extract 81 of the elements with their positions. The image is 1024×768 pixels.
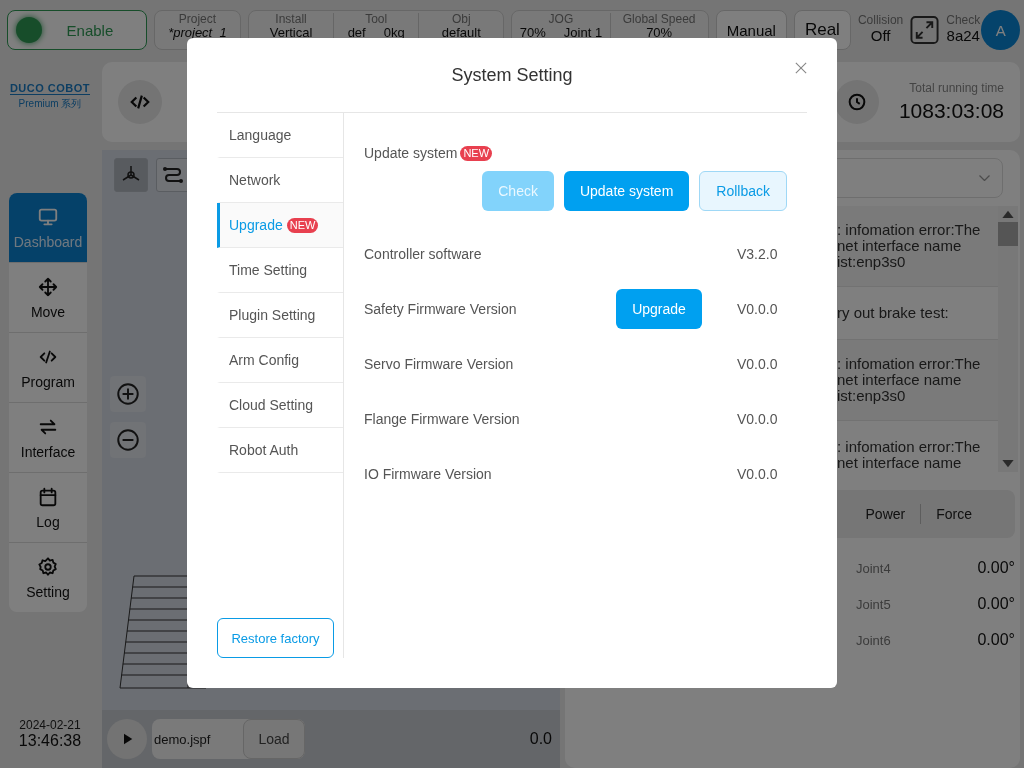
setting-label: Install xyxy=(275,13,307,26)
enable-button[interactable]: Enable xyxy=(7,10,147,50)
setting-label: Obj xyxy=(451,13,471,26)
chevron-down-icon xyxy=(979,175,990,181)
running-time-value: 1083:03:08 xyxy=(898,99,1004,123)
nav-item[interactable]: Log xyxy=(9,472,87,542)
calendar-icon xyxy=(37,485,59,508)
menu-item[interactable]: Time Setting xyxy=(217,248,343,293)
collision-label: Collision xyxy=(857,14,904,27)
setting-label: Tool xyxy=(365,13,388,26)
menu-item[interactable]: Arm Config xyxy=(217,338,343,383)
joint-value: 0.00° xyxy=(977,631,1015,649)
path-view-button[interactable] xyxy=(156,158,190,192)
scrollbar[interactable] xyxy=(998,206,1018,472)
joint-name: Joint5 xyxy=(856,596,891,612)
version-value: V0.0.0 xyxy=(737,300,777,317)
joint-value: 0.00° xyxy=(977,595,1015,613)
setting-value: 70% xyxy=(646,26,673,40)
setting-label: Global Speed xyxy=(622,13,696,26)
dialog-title: System Setting xyxy=(451,64,573,86)
brand-logo: DUCO COBOT xyxy=(9,82,91,95)
fullscreen-icon[interactable] xyxy=(910,15,940,45)
section-label: Update system xyxy=(364,145,458,161)
play-button[interactable] xyxy=(107,719,147,759)
version-label: IO Firmware Version xyxy=(364,465,493,482)
running-time-label: Total running time xyxy=(909,81,1004,95)
setting-value: Vertical xyxy=(269,26,313,40)
minus-circle-icon xyxy=(115,427,141,453)
menu-item[interactable]: Language xyxy=(217,113,343,158)
version-label: Safety Firmware Version xyxy=(364,300,518,317)
version-value: V0.0.0 xyxy=(737,355,777,372)
tab[interactable]: Power xyxy=(850,506,921,522)
zoom-out-button[interactable] xyxy=(110,422,146,458)
menu-item[interactable]: Robot Auth xyxy=(217,428,343,473)
time-text: 13:46:38 xyxy=(18,732,82,750)
settings-icon xyxy=(37,555,59,578)
nav-item[interactable]: Interface xyxy=(9,402,87,472)
upgrade-button[interactable]: Upgrade xyxy=(616,288,702,329)
close-icon[interactable] xyxy=(795,62,807,74)
date-text: 2024-02-21 xyxy=(19,718,81,732)
new-badge: NEW xyxy=(286,217,319,233)
check-label: Check xyxy=(946,14,981,27)
joint-value: 0.00° xyxy=(977,559,1015,577)
new-badge: NEW xyxy=(460,145,493,161)
joint-name: Joint4 xyxy=(856,560,891,576)
axes-view-button[interactable] xyxy=(114,158,148,192)
setting-value: def xyxy=(347,26,366,40)
check-value: 8a24 xyxy=(946,27,980,44)
code-button[interactable] xyxy=(118,80,162,124)
collision-value: Off xyxy=(870,27,891,44)
program-value: 0.0 xyxy=(529,730,552,748)
user-avatar[interactable]: A xyxy=(981,10,1020,50)
nav-item[interactable]: Setting xyxy=(9,542,87,612)
joint-name: Joint6 xyxy=(856,632,891,648)
version-value: V0.0.0 xyxy=(737,465,777,482)
menu-item[interactable]: Upgrade NEW xyxy=(217,203,343,248)
move-arrows-icon xyxy=(37,275,59,298)
nav-item[interactable]: Program xyxy=(9,332,87,402)
menu-item[interactable]: Plugin Setting xyxy=(217,293,343,338)
tab[interactable]: Force xyxy=(921,506,987,522)
setting-value: Joint 1 xyxy=(563,26,603,40)
plus-circle-icon xyxy=(115,381,141,407)
version-label: Controller software xyxy=(364,245,483,262)
nav-item[interactable]: Move xyxy=(9,262,87,332)
setting-value: 70% xyxy=(519,26,546,40)
menu-item[interactable]: Cloud Setting xyxy=(217,383,343,428)
restore-factory-button[interactable]: Restore factory xyxy=(217,618,334,658)
action-button[interactable]: Rollback xyxy=(699,171,787,211)
setting-label: JOG xyxy=(548,13,574,26)
scroll-up-icon xyxy=(1000,208,1016,220)
series-label: Premium 系列 xyxy=(18,97,82,111)
action-button[interactable]: Update system xyxy=(563,171,690,211)
setting-value: default xyxy=(441,26,481,40)
version-label: Flange Firmware Version xyxy=(364,410,521,427)
version-value: V3.2.0 xyxy=(737,245,777,262)
scroll-thumb[interactable] xyxy=(998,222,1018,246)
zoom-in-button[interactable] xyxy=(110,376,146,412)
load-button[interactable]: Load xyxy=(243,719,305,759)
program-file-field[interactable]: demo.jspf Load xyxy=(152,719,305,759)
version-label: Servo Firmware Version xyxy=(364,355,515,372)
scroll-down-icon xyxy=(1000,458,1016,470)
